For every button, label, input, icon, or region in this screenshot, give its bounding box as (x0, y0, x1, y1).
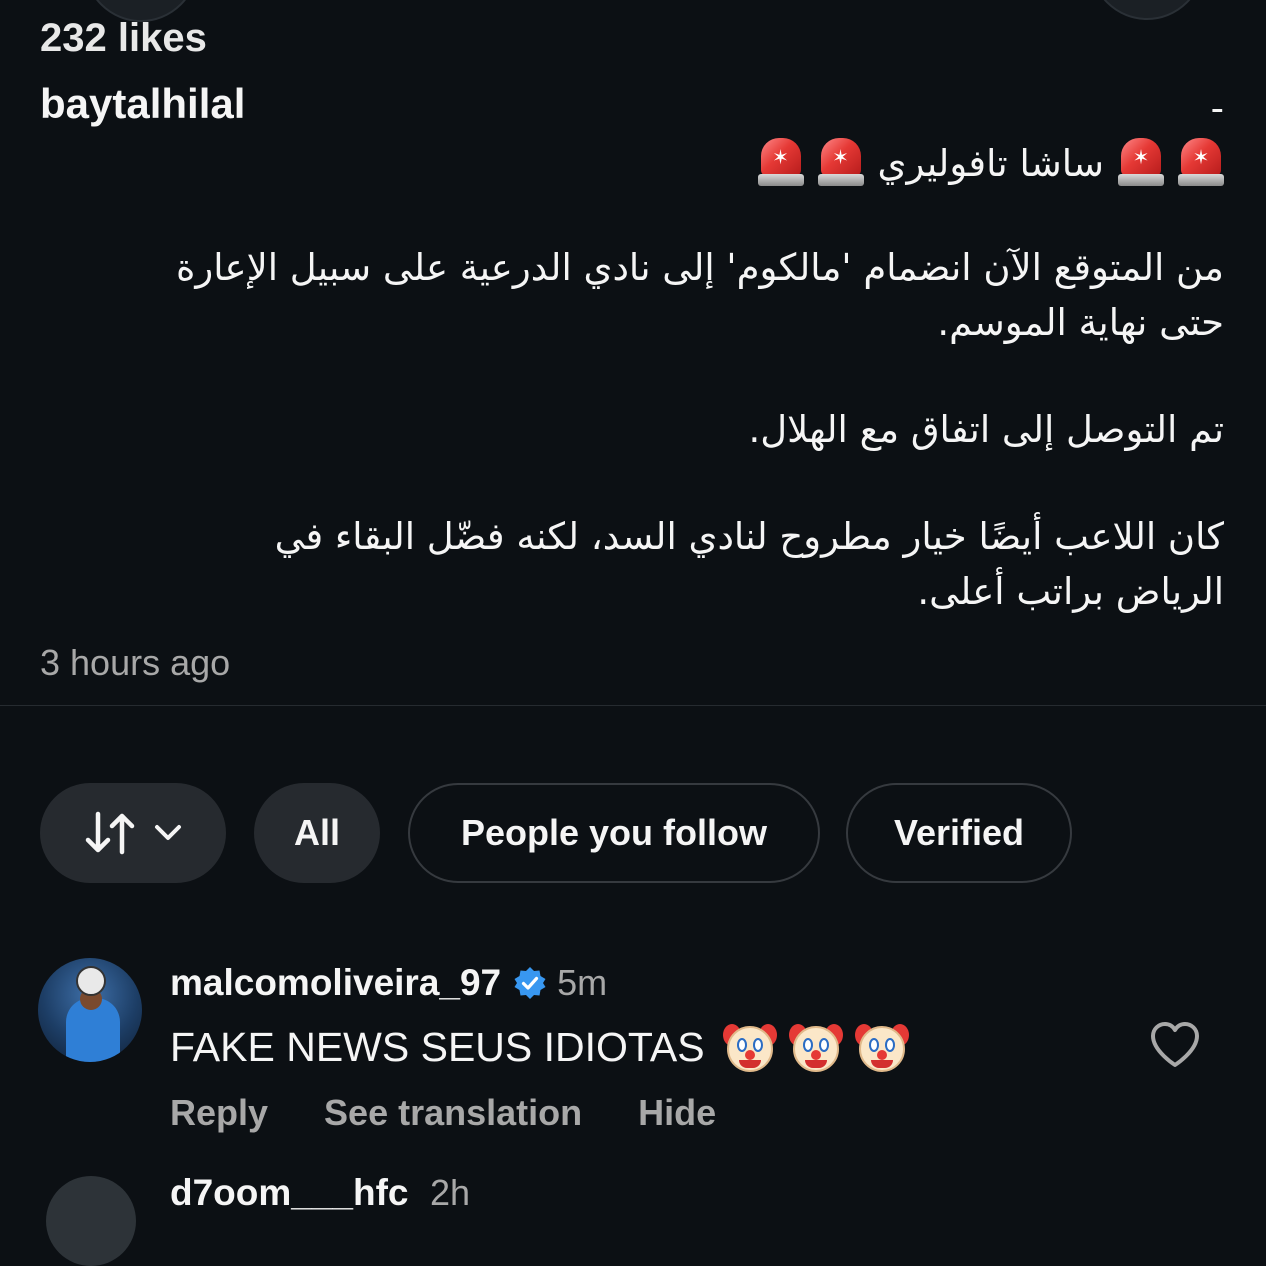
divider (0, 705, 1266, 706)
caption-paragraph-1-line-1: من المتوقع الآن انضمام 'مالكوم' إلى نادي… (176, 246, 1224, 289)
post-caption: - ✶ ✶ ساشا تافوليري ✶ ✶ من المتوقع الآن … (44, 86, 1224, 619)
clown-face-icon (854, 1020, 909, 1074)
caption-dash: - (1210, 87, 1224, 130)
clown-face-icon (788, 1020, 843, 1074)
comment-username[interactable]: malcomoliveira_97 (170, 962, 501, 1004)
comment-timestamp: 2h (430, 1172, 471, 1213)
caption-headline: ✶ ✶ ساشا تافوليري ✶ ✶ (44, 132, 1224, 194)
top-right-avatar (1090, 0, 1204, 20)
comment-actions: Reply See translation Hide (170, 1088, 772, 1138)
chevron-down-icon (154, 824, 182, 842)
caption-headline-text: ساشا تافوليري (877, 141, 1105, 185)
caption-paragraph-3-line-2: الرياض براتب أعلى. (917, 570, 1224, 613)
avatar[interactable] (38, 958, 142, 1062)
sort-button[interactable] (40, 783, 226, 883)
clown-face-icon (722, 1020, 777, 1074)
verified-badge-icon (513, 966, 547, 1000)
sort-arrows-icon (84, 810, 136, 856)
filter-verified-chip[interactable]: Verified (846, 783, 1072, 883)
filter-all-chip[interactable]: All (254, 783, 380, 883)
heart-outline-icon[interactable] (1148, 1020, 1202, 1070)
police-light-icon: ✶ (817, 138, 864, 188)
reply-button[interactable]: Reply (170, 1092, 268, 1134)
comment-body: FAKE NEWS SEUS IDIOTAS (170, 1023, 705, 1070)
caption-paragraph-2: تم التوصل إلى اتفاق مع الهلال. (748, 408, 1224, 451)
post-timestamp: 3 hours ago (40, 642, 231, 683)
police-light-icon: ✶ (1178, 138, 1224, 188)
comment-text: FAKE NEWS SEUS IDIOTAS (170, 1018, 909, 1076)
comment-username[interactable]: d7oom___hfc (170, 1172, 409, 1214)
comment-timestamp: 5m (557, 962, 608, 1003)
caption-paragraph-3-line-1: كان اللاعب أيضًا خيار مطروح لنادي السد، … (274, 515, 1224, 558)
filter-people-you-follow-chip[interactable]: People you follow (408, 783, 820, 883)
likes-count[interactable]: 232 likes (40, 16, 207, 61)
see-translation-button[interactable]: See translation (324, 1092, 582, 1134)
police-light-icon: ✶ (757, 138, 804, 188)
avatar[interactable] (46, 1176, 136, 1266)
hide-button[interactable]: Hide (638, 1092, 716, 1134)
caption-paragraph-1-line-2: حتى نهاية الموسم. (937, 301, 1224, 344)
police-light-icon: ✶ (1118, 138, 1164, 188)
comment-header: malcomoliveira_97 5m (170, 960, 607, 1006)
